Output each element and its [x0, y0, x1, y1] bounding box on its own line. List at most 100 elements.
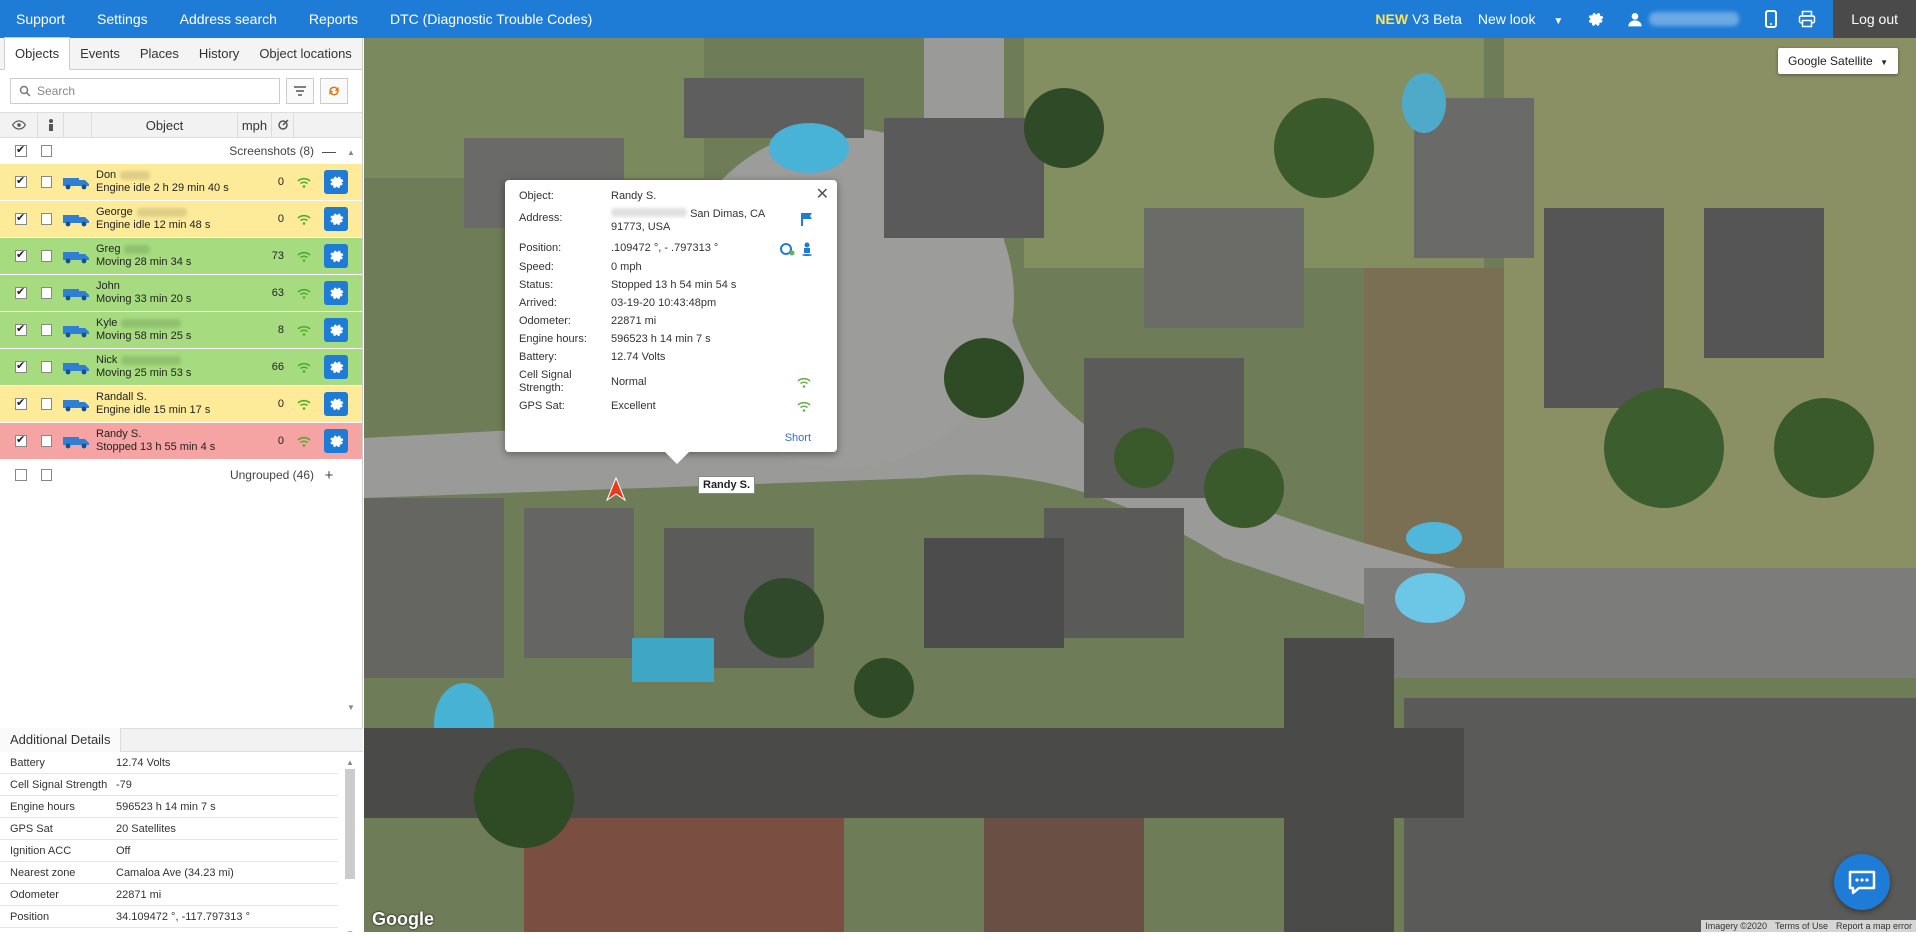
follow-checkbox[interactable] — [40, 176, 52, 188]
gear-icon — [330, 435, 344, 448]
group-visible-checkbox[interactable] — [15, 143, 27, 157]
object-settings-button[interactable] — [324, 392, 348, 416]
truck-icon — [63, 252, 89, 264]
group-name-ungrouped: Ungrouped (46) — [229, 468, 314, 482]
popup-gps-value: Excellent — [611, 400, 656, 412]
object-settings-button[interactable] — [324, 170, 348, 194]
expand-icon[interactable]: + — [314, 467, 344, 484]
tab-object-locations[interactable]: Object locations — [249, 38, 362, 69]
tab-history[interactable]: History — [189, 38, 249, 69]
search-input[interactable]: Search — [10, 78, 280, 104]
nav-support[interactable]: Support — [0, 0, 81, 38]
object-row[interactable]: Nick Moving 25 min 53 s 66 — [0, 349, 362, 386]
visible-checkbox[interactable] — [15, 285, 27, 299]
collapse-icon[interactable]: — — [314, 143, 344, 159]
object-settings-button[interactable] — [324, 355, 348, 379]
row-checkboxes — [0, 211, 52, 225]
details-value[interactable]: 34.109472 °, -117.797313 ° — [116, 911, 338, 923]
object-row[interactable]: Don Engine idle 2 h 29 min 40 s 0 — [0, 164, 362, 201]
terms-of-use-link[interactable]: Terms of Use — [1775, 921, 1828, 931]
user-menu[interactable] — [1613, 0, 1753, 38]
follow-column[interactable] — [38, 112, 64, 138]
settings-gear-button[interactable] — [1577, 0, 1613, 38]
logout-button[interactable]: Log out — [1833, 0, 1916, 38]
tab-events[interactable]: Events — [70, 38, 130, 69]
tab-places[interactable]: Places — [130, 38, 189, 69]
new-look-dropdown[interactable]: New look ▼ — [1470, 0, 1571, 38]
visible-checkbox[interactable] — [15, 174, 27, 188]
follow-checkbox[interactable] — [40, 361, 52, 373]
object-row[interactable]: George Engine idle 12 min 48 s 0 — [0, 201, 362, 238]
follow-checkbox[interactable] — [40, 287, 52, 299]
object-row[interactable]: Greg Moving 28 min 34 s 73 — [0, 238, 362, 275]
details-scrollbar[interactable]: ▲ ▼ — [345, 758, 355, 938]
object-info: Randall S. Engine idle 15 min 17 s — [96, 391, 254, 417]
street-view-icon[interactable] — [779, 242, 795, 256]
objects-list: Don Engine idle 2 h 29 min 40 s 0 George… — [0, 164, 362, 460]
visible-checkbox[interactable] — [15, 359, 27, 373]
map-view[interactable]: Google Satellite ▼ Randy S. ✕ Object: Ran… — [364, 38, 1916, 932]
follow-checkbox[interactable] — [40, 435, 52, 447]
ungrouped-follow-checkbox[interactable] — [40, 469, 52, 481]
object-name: George — [96, 206, 133, 218]
popup-close-button[interactable]: ✕ — [816, 184, 829, 204]
object-info: George Engine idle 12 min 48 s — [96, 206, 254, 232]
nav-reports[interactable]: Reports — [293, 0, 374, 38]
objects-scrollbar[interactable]: ▲ ▼ — [346, 148, 356, 712]
details-scroll-up[interactable]: ▲ — [345, 758, 355, 767]
flag-icon[interactable] — [801, 212, 813, 226]
map-type-selector[interactable]: Google Satellite ▼ — [1778, 48, 1898, 74]
visible-checkbox[interactable] — [15, 248, 27, 262]
tab-objects[interactable]: Objects — [4, 37, 71, 70]
nav-dtc[interactable]: DTC (Diagnostic Trouble Codes) — [374, 0, 608, 38]
popup-status-key: Status: — [519, 279, 554, 291]
popup-short-link[interactable]: Short — [785, 432, 811, 444]
object-settings-button[interactable] — [324, 429, 348, 453]
group-row-ungrouped[interactable]: Ungrouped (46) + — [0, 460, 362, 490]
redacted-text — [121, 356, 182, 365]
details-scroll-thumb[interactable] — [345, 769, 355, 879]
follow-checkbox[interactable] — [40, 324, 52, 336]
visible-checkbox[interactable] — [15, 396, 27, 410]
follow-checkbox[interactable] — [40, 250, 52, 262]
truck-icon — [63, 326, 89, 338]
signal-column[interactable] — [272, 112, 294, 138]
visibility-column[interactable] — [0, 112, 38, 138]
follow-checkbox[interactable] — [40, 398, 52, 410]
pegman-icon[interactable] — [801, 242, 813, 256]
object-row[interactable]: Randall S. Engine idle 15 min 17 s 0 — [0, 386, 362, 423]
group-row-screenshots[interactable]: Screenshots (8) — — [0, 138, 362, 164]
object-row[interactable]: Randy S. Stopped 13 h 55 min 4 s 0 — [0, 423, 362, 460]
visible-checkbox[interactable] — [15, 211, 27, 225]
object-row[interactable]: John Moving 33 min 20 s 63 — [0, 275, 362, 312]
refresh-button[interactable] — [320, 78, 348, 104]
nav-address-search[interactable]: Address search — [164, 0, 293, 38]
visible-checkbox[interactable] — [15, 322, 27, 336]
v3-beta-link[interactable]: NEW V3 Beta — [1359, 0, 1470, 38]
wifi-signal-icon — [297, 436, 311, 447]
object-settings-button[interactable] — [324, 318, 348, 342]
speed-column-header[interactable]: mph — [238, 112, 272, 138]
filter-button[interactable] — [286, 78, 314, 104]
print-button[interactable] — [1789, 0, 1825, 38]
vehicle-map-label[interactable]: Randy S. — [698, 476, 756, 494]
report-map-error-link[interactable]: Report a map error — [1836, 921, 1912, 931]
redacted-street — [611, 208, 687, 217]
chat-button[interactable] — [1834, 854, 1890, 910]
row-checkboxes — [0, 396, 52, 410]
popup-position-link[interactable]: .109472 °, - .797313 ° — [611, 242, 779, 256]
object-settings-button[interactable] — [324, 207, 348, 231]
group-follow-checkbox[interactable] — [40, 145, 52, 157]
mobile-button[interactable] — [1753, 0, 1789, 38]
ungrouped-visible-checkbox[interactable] — [15, 469, 27, 481]
object-settings-button[interactable] — [324, 281, 348, 305]
object-column-header[interactable]: Object — [92, 112, 238, 138]
search-placeholder: Search — [37, 84, 76, 98]
scroll-down-arrow[interactable]: ▼ — [346, 703, 356, 712]
nav-settings[interactable]: Settings — [81, 0, 164, 38]
object-row[interactable]: Kyle Moving 58 min 25 s 8 — [0, 312, 362, 349]
object-settings-button[interactable] — [324, 244, 348, 268]
follow-checkbox[interactable] — [40, 213, 52, 225]
visible-checkbox[interactable] — [15, 433, 27, 447]
scroll-up-arrow[interactable]: ▲ — [346, 148, 356, 157]
